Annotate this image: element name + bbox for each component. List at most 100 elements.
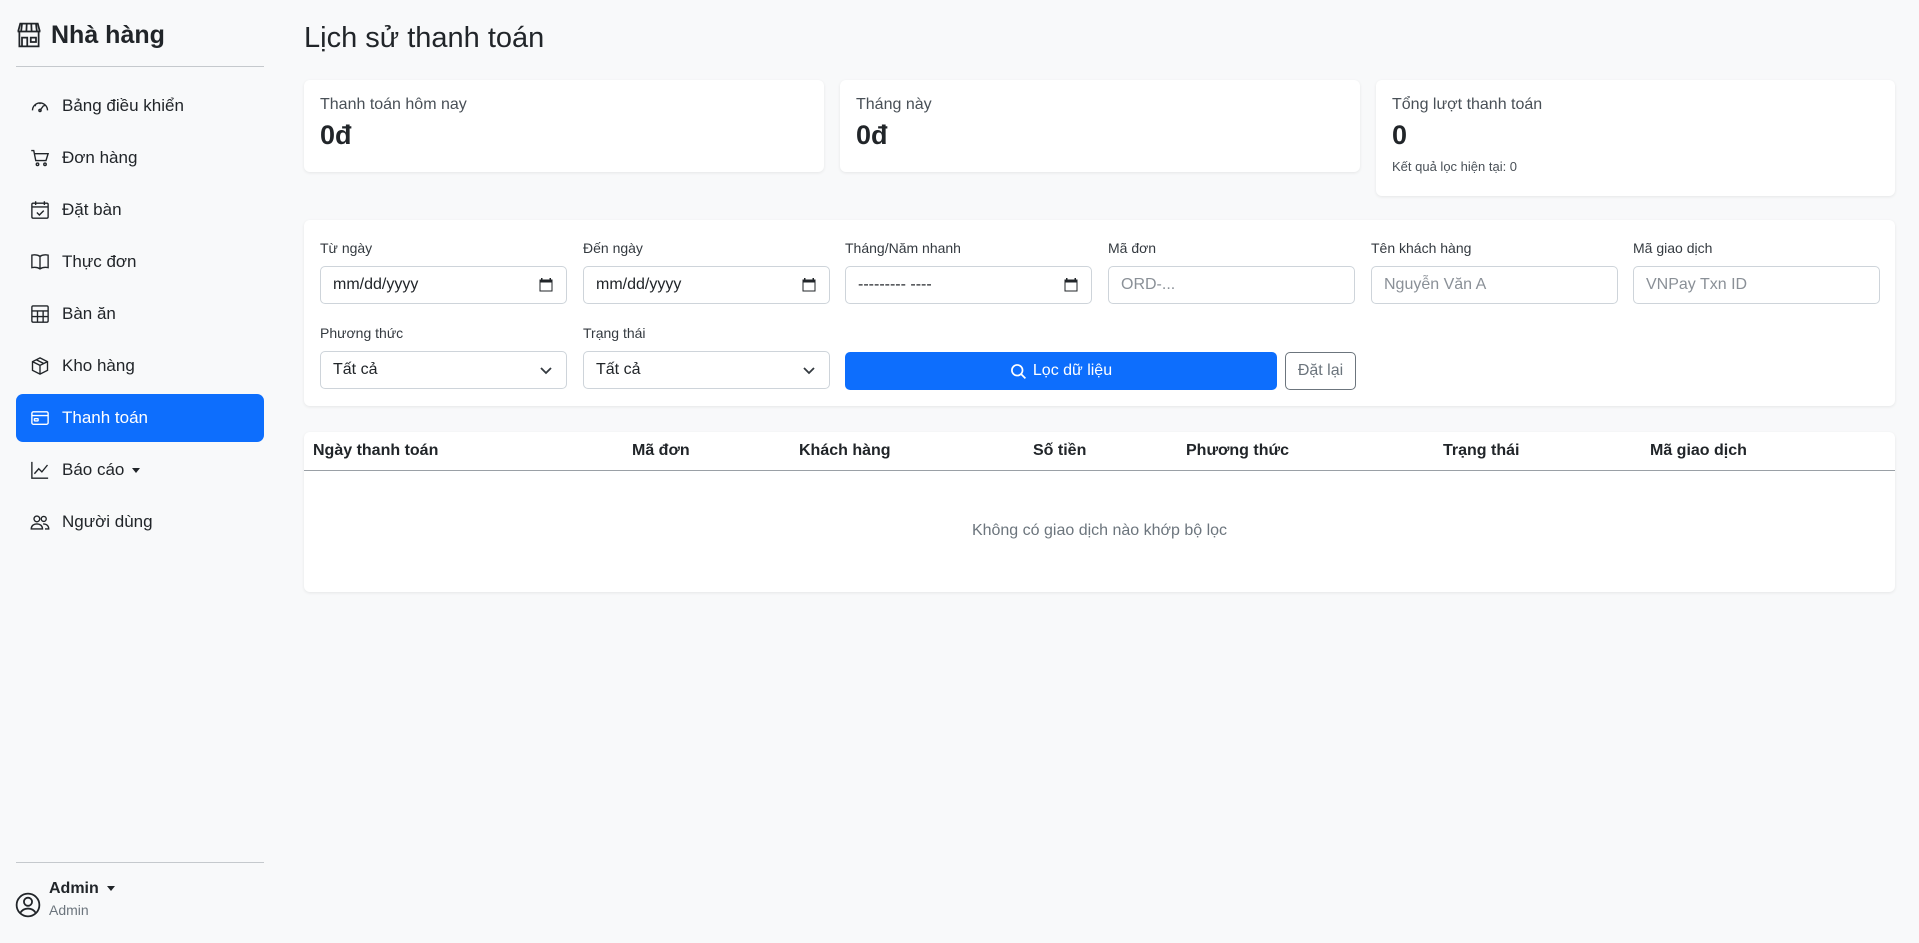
calendar-icon bbox=[1064, 278, 1078, 292]
column-header: Số tiền bbox=[1033, 442, 1087, 459]
sidebar-item-orders[interactable]: Đơn hàng bbox=[16, 134, 264, 182]
box-icon bbox=[31, 357, 49, 375]
chevron-down-icon bbox=[803, 367, 815, 375]
people-icon bbox=[30, 515, 50, 530]
column-header: Mã đơn bbox=[632, 442, 690, 459]
status-label: Trạng thái bbox=[583, 325, 646, 341]
caret-down-icon bbox=[132, 468, 141, 474]
month-year-value: --------- ---- bbox=[858, 276, 932, 293]
sidebar: Nhà hàng Bảng điều khiển Đơn hàng Đặt bà… bbox=[0, 0, 280, 943]
calendar-check-icon bbox=[31, 201, 49, 219]
stat-card-total: Tổng lượt thanh toán 0 Kết quả lọc hiện … bbox=[1376, 80, 1895, 196]
month-year-field: Tháng/Năm nhanh --------- ---- bbox=[845, 240, 1092, 304]
speedometer-icon bbox=[31, 102, 49, 113]
order-code-field: Mã đơn ORD-... bbox=[1108, 240, 1355, 304]
person-circle-icon bbox=[15, 892, 41, 918]
customer-name-input[interactable]: Nguyễn Văn A bbox=[1371, 266, 1618, 304]
status-field: Trạng thái Tất cả bbox=[583, 325, 830, 389]
status-select[interactable]: Tất cả bbox=[583, 351, 830, 389]
search-icon bbox=[1010, 363, 1026, 379]
stat-subtext: Kết quả lọc hiện tại: 0 bbox=[1392, 159, 1518, 174]
table-header: Ngày thanh toán Mã đơn Khách hàng Số tiề… bbox=[304, 432, 1895, 471]
month-year-input[interactable]: --------- ---- bbox=[845, 266, 1092, 304]
status-value: Tất cả bbox=[596, 361, 641, 378]
sidebar-item-dashboard[interactable]: Bảng điều khiển bbox=[16, 82, 264, 130]
user-info: Admin Admin bbox=[49, 880, 115, 918]
order-code-input[interactable]: ORD-... bbox=[1108, 266, 1355, 304]
stat-value: 0đ bbox=[320, 120, 352, 150]
sidebar-item-payments[interactable]: Thanh toán bbox=[16, 394, 264, 442]
from-date-value: mm/dd/yyyy bbox=[333, 276, 419, 293]
stat-label: Tháng này bbox=[856, 96, 932, 113]
column-header: Trạng thái bbox=[1443, 442, 1520, 459]
sidebar-item-users[interactable]: Người dùng bbox=[16, 498, 264, 546]
stat-card-month: Tháng này 0đ bbox=[840, 80, 1360, 172]
filter-panel: Từ ngày mm/dd/yyyy Đến ngày mm/dd/yyyy T… bbox=[304, 220, 1895, 406]
sidebar-item-reports[interactable]: Báo cáo bbox=[16, 446, 264, 494]
sidebar-item-label: Thực đơn bbox=[62, 252, 137, 271]
txn-id-label: Mã giao dịch bbox=[1633, 240, 1713, 256]
brand-label: Nhà hàng bbox=[51, 20, 165, 49]
sidebar-item-menu[interactable]: Thực đơn bbox=[16, 238, 264, 286]
stat-label: Thanh toán hôm nay bbox=[320, 96, 467, 113]
sidebar-item-label: Kho hàng bbox=[62, 356, 135, 375]
from-date-label: Từ ngày bbox=[320, 240, 373, 256]
order-code-label: Mã đơn bbox=[1108, 240, 1157, 256]
book-icon bbox=[31, 254, 49, 270]
brand[interactable]: Nhà hàng bbox=[15, 18, 165, 52]
table-icon bbox=[31, 305, 49, 323]
customer-name-label: Tên khách hàng bbox=[1371, 240, 1472, 256]
calendar-icon bbox=[802, 278, 816, 292]
column-header: Ngày thanh toán bbox=[313, 442, 439, 459]
order-code-placeholder: ORD-... bbox=[1121, 276, 1176, 293]
stat-value: 0 bbox=[1392, 120, 1408, 150]
sidebar-item-label: Báo cáo bbox=[62, 460, 141, 480]
page-title: Lịch sử thanh toán bbox=[304, 22, 545, 54]
stat-label: Tổng lượt thanh toán bbox=[1392, 96, 1543, 113]
sidebar-item-reservations[interactable]: Đặt bàn bbox=[16, 186, 264, 234]
caret-down-icon bbox=[106, 886, 115, 892]
sidebar-divider bbox=[16, 862, 264, 863]
method-select[interactable]: Tất cả bbox=[320, 351, 567, 389]
method-field: Phương thức Tất cả bbox=[320, 325, 567, 389]
to-date-input[interactable]: mm/dd/yyyy bbox=[583, 266, 830, 304]
customer-name-field: Tên khách hàng Nguyễn Văn A bbox=[1371, 240, 1618, 304]
reports-label: Báo cáo bbox=[62, 460, 125, 479]
txn-id-placeholder: VNPay Txn ID bbox=[1646, 276, 1748, 293]
chart-icon bbox=[31, 461, 49, 479]
sidebar-item-label: Đặt bàn bbox=[62, 200, 122, 219]
column-header: Khách hàng bbox=[799, 442, 891, 459]
chevron-down-icon bbox=[540, 367, 552, 375]
user-menu[interactable]: Admin Admin bbox=[15, 880, 115, 918]
user-role: Admin bbox=[49, 902, 89, 918]
cart-icon bbox=[31, 149, 50, 167]
sidebar-nav: Bảng điều khiển Đơn hàng Đặt bàn Thực đơ… bbox=[16, 82, 264, 550]
column-header: Phương thức bbox=[1186, 442, 1289, 459]
empty-state: Không có giao dịch nào khớp bộ lọc bbox=[971, 522, 1228, 539]
calendar-icon bbox=[539, 278, 553, 292]
stat-card-today: Thanh toán hôm nay 0đ bbox=[304, 80, 824, 172]
customer-name-placeholder: Nguyễn Văn A bbox=[1384, 276, 1487, 293]
user-name-text: Admin bbox=[49, 880, 99, 897]
payments-table: Ngày thanh toán Mã đơn Khách hàng Số tiề… bbox=[304, 432, 1895, 592]
method-label: Phương thức bbox=[320, 325, 404, 341]
shop-icon bbox=[17, 22, 41, 48]
from-date-input[interactable]: mm/dd/yyyy bbox=[320, 266, 567, 304]
sidebar-item-label: Bảng điều khiển bbox=[62, 96, 184, 115]
to-date-value: mm/dd/yyyy bbox=[596, 276, 682, 293]
to-date-label: Đến ngày bbox=[583, 240, 643, 256]
sidebar-item-label: Người dùng bbox=[62, 512, 153, 531]
sidebar-item-label: Thanh toán bbox=[62, 408, 149, 427]
filter-button[interactable]: Lọc dữ liệu bbox=[845, 352, 1277, 390]
sidebar-divider bbox=[16, 66, 264, 67]
reset-button[interactable]: Đặt lại bbox=[1285, 352, 1356, 390]
sidebar-item-tables[interactable]: Bàn ăn bbox=[16, 290, 264, 338]
stat-value: 0đ bbox=[856, 120, 888, 150]
txn-id-input[interactable]: VNPay Txn ID bbox=[1633, 266, 1880, 304]
column-header: Mã giao dịch bbox=[1650, 442, 1747, 459]
user-name: Admin bbox=[49, 880, 115, 898]
sidebar-item-inventory[interactable]: Kho hàng bbox=[16, 342, 264, 390]
to-date-field: Đến ngày mm/dd/yyyy bbox=[583, 240, 830, 304]
method-value: Tất cả bbox=[333, 361, 378, 378]
credit-card-icon bbox=[31, 411, 49, 425]
